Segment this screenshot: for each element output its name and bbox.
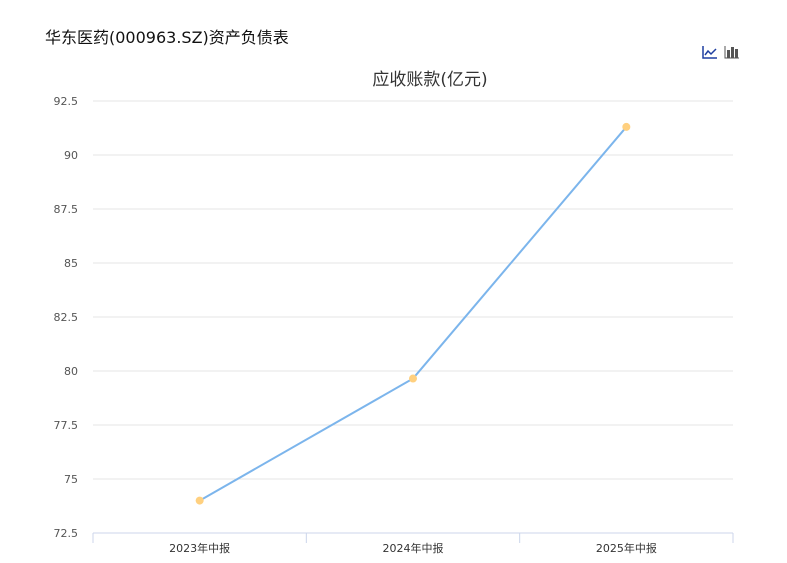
y-tick-label: 87.5 <box>54 203 79 216</box>
y-tick-label: 90 <box>64 149 78 162</box>
x-tick-label: 2025年中报 <box>596 541 657 555</box>
data-point <box>409 374 417 383</box>
y-tick-label: 82.5 <box>54 311 79 324</box>
y-tick-label: 85 <box>64 257 78 270</box>
y-tick-label: 92.5 <box>54 95 79 108</box>
data-point <box>195 496 204 505</box>
x-tick-label: 2023年中报 <box>169 541 230 555</box>
y-tick-label: 77.5 <box>54 419 79 432</box>
y-tick-label: 80 <box>64 365 78 378</box>
y-tick-label: 75 <box>64 473 78 486</box>
chart-title: 应收账款(亿元) <box>372 70 487 90</box>
series-line <box>199 126 628 502</box>
x-tick-label: 2024年中报 <box>383 541 444 555</box>
data-point <box>622 122 631 131</box>
y-tick-label: 72.5 <box>54 527 79 540</box>
line-chart: 应收账款(亿元) 72.5 75 77.5 80 82.5 85 87.5 90 92.5 202… <box>54 70 734 555</box>
